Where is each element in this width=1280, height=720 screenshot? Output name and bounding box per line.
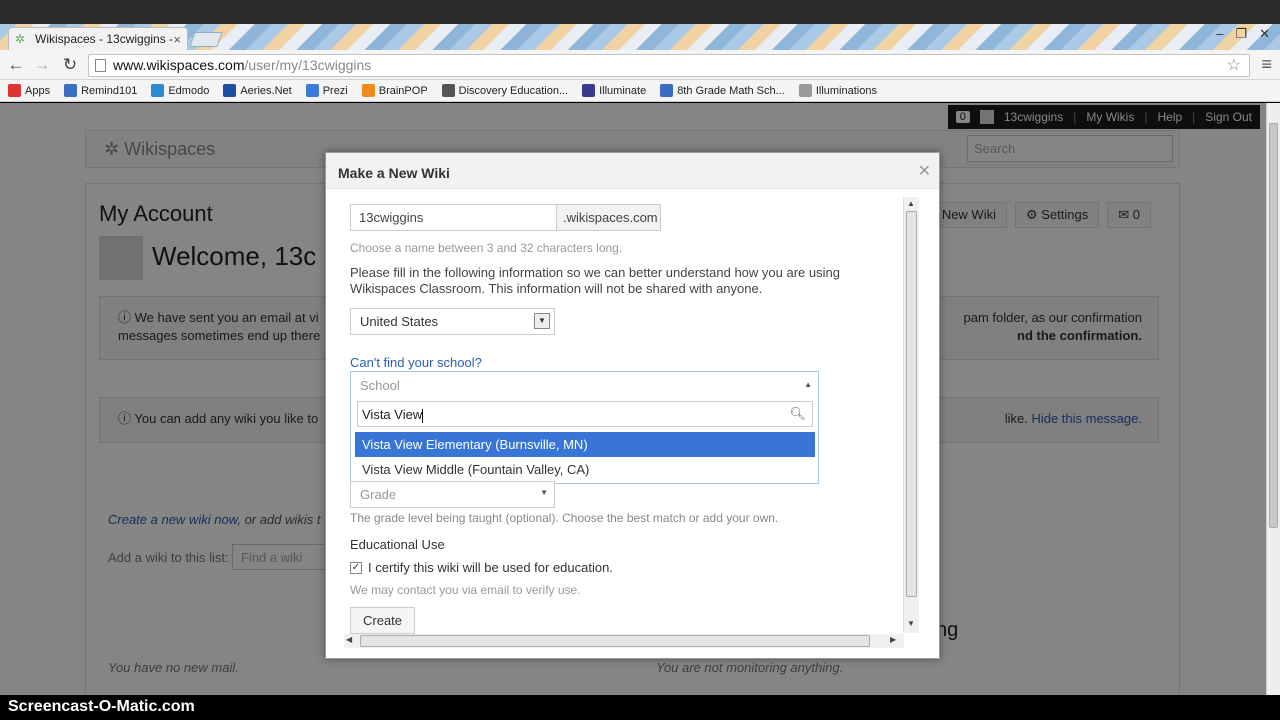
bookmark-icon	[361, 84, 375, 97]
bookmark-icon	[223, 84, 237, 97]
page-icon	[95, 59, 106, 72]
chrome-menu-icon[interactable]: ≡	[1261, 54, 1272, 75]
bookmark-label: 8th Grade Math Sch...	[677, 84, 785, 97]
url-path: /user/my/13cwiggins	[244, 57, 372, 73]
contact-note: We may contact you via email to verify u…	[350, 583, 581, 597]
bookmarks-bar: Apps Remind101 Edmodo Aeries.Net Prezi BrainP…	[0, 80, 1280, 102]
school-option[interactable]: Vista View Middle (Fountain Valley, CA)	[355, 457, 815, 482]
country-value: United States	[360, 314, 439, 329]
grade-select[interactable]: Grade ▼	[350, 481, 555, 508]
url-host: www.wikispaces.com	[113, 57, 245, 73]
bookmark-item[interactable]: Aeries.Net	[223, 84, 292, 97]
bookmark-label: Edmodo	[168, 84, 210, 97]
bookmark-icon	[582, 84, 596, 97]
grade-help-text: The grade level being taught (optional).…	[350, 511, 779, 525]
school-option[interactable]: Vista View Elementary (Burnsville, MN)	[355, 432, 815, 457]
bookmark-star-icon[interactable]: ☆	[1227, 55, 1241, 76]
school-select[interactable]: School ▲	[350, 371, 819, 399]
bookmark-item[interactable]: Remind101	[64, 84, 137, 97]
certify-checkbox[interactable]: ✓	[350, 561, 362, 574]
bookmark-label: Illuminate	[599, 84, 647, 97]
bookmark-icon	[305, 84, 319, 97]
bookmark-item[interactable]: BrainPOP	[361, 84, 428, 97]
back-icon[interactable]: ←	[5, 54, 27, 76]
bookmark-item[interactable]: Discovery Education...	[441, 84, 569, 97]
modal-horizontal-scrollbar[interactable]: ◀ ▶	[344, 634, 904, 648]
school-dropdown: Vista View 🔍︎ Vista View Elementary (Bur…	[350, 398, 819, 484]
name-help-text: Choose a name between 3 and 32 character…	[350, 241, 623, 255]
new-wiki-modal: Make a New Wiki ✕ 13cwiggins .wikispaces…	[325, 152, 940, 659]
address-bar[interactable]: www.wikispaces.com/user/my/13cwiggins ☆	[88, 54, 1250, 77]
bookmark-label: Discovery Education...	[458, 84, 569, 97]
reload-icon[interactable]: ↻	[59, 54, 81, 76]
scroll-right-icon[interactable]: ▶	[890, 635, 896, 644]
bookmark-icon	[798, 84, 812, 97]
scroll-up-icon[interactable]: ▲	[907, 199, 915, 208]
certify-row: ✓ I certify this wiki will be used for e…	[350, 560, 613, 575]
grade-placeholder: Grade	[360, 487, 397, 502]
cant-find-school-link[interactable]: Can't find your school?	[350, 355, 482, 370]
bookmark-label: BrainPOP	[378, 84, 428, 97]
bookmark-label: Apps	[25, 84, 51, 97]
wikispaces-favicon-icon: ✲	[15, 32, 26, 46]
certify-label[interactable]: I certify this wiki will be used for edu…	[368, 560, 613, 575]
school-placeholder: School	[360, 378, 400, 393]
chevron-down-icon[interactable]: ▼	[534, 313, 550, 329]
scroll-left-icon[interactable]: ◀	[346, 635, 352, 644]
tab-close-icon[interactable]: ×	[173, 32, 181, 47]
modal-close-icon[interactable]: ✕	[918, 161, 931, 181]
educational-use-heading: Educational Use	[350, 537, 445, 552]
minimize-icon[interactable]: –	[1216, 26, 1223, 42]
browser-toolbar: ← → ↻ www.wikispaces.com/user/my/13cwigg…	[0, 50, 1280, 80]
bookmark-item[interactable]: Illuminate	[582, 84, 646, 97]
wiki-name-input[interactable]: 13cwiggins	[350, 204, 557, 231]
bookmark-label: Remind101	[81, 84, 138, 97]
recorder-footer: Screencast-O-Matic.com	[0, 695, 1280, 720]
tab-title: Wikispaces - 13cwiggins -	[35, 32, 174, 46]
intro-text: Please fill in the following information…	[350, 265, 840, 296]
modal-header: Make a New Wiki ✕	[326, 153, 939, 189]
bookmark-label: Illuminations	[815, 84, 877, 97]
create-button[interactable]: Create	[350, 607, 415, 634]
country-select[interactable]: United States ▼	[350, 308, 555, 335]
window-controls: – ❐ ✕	[1216, 26, 1270, 42]
browser-tab[interactable]: ✲ Wikispaces - 13cwiggins - ×	[8, 27, 188, 50]
bookmark-label: Prezi	[322, 84, 348, 97]
bookmark-item[interactable]: Edmodo	[151, 84, 209, 97]
restore-icon[interactable]: ❐	[1235, 26, 1247, 42]
screen: ✲ Wikispaces - 13cwiggins - × – ❐ ✕ ← → …	[0, 0, 1280, 720]
bookmark-item[interactable]: Prezi	[305, 84, 348, 97]
bookmark-icon	[8, 84, 21, 97]
bookmark-icon	[64, 84, 78, 97]
bookmark-item[interactable]: 8th Grade Math Sch...	[660, 84, 785, 97]
scroll-down-icon[interactable]: ▼	[907, 619, 915, 628]
modal-title: Make a New Wiki	[338, 165, 450, 181]
forward-icon[interactable]: →	[31, 54, 53, 76]
bookmark-item[interactable]: Apps	[8, 84, 50, 97]
screencast-watermark: Screencast-O-Matic.com	[8, 698, 195, 715]
chevron-up-icon[interactable]: ▲	[804, 380, 812, 389]
school-search-input[interactable]: Vista View 🔍︎	[357, 401, 813, 427]
bookmark-icon	[660, 84, 674, 97]
page-scrollbar[interactable]	[1266, 103, 1280, 695]
bookmark-label: Aeries.Net	[240, 84, 292, 97]
close-window-icon[interactable]: ✕	[1259, 26, 1270, 42]
new-tab-button[interactable]	[189, 32, 223, 47]
search-icon: 🔍︎	[789, 406, 806, 421]
chevron-down-icon[interactable]: ▼	[540, 488, 548, 497]
bookmark-icon	[151, 84, 165, 97]
domain-suffix: .wikispaces.com	[556, 204, 661, 231]
modal-vertical-scrollbar[interactable]: ▲ ▼	[903, 197, 919, 633]
bookmark-item[interactable]: Illuminations	[798, 84, 877, 97]
bookmark-icon	[441, 84, 455, 97]
